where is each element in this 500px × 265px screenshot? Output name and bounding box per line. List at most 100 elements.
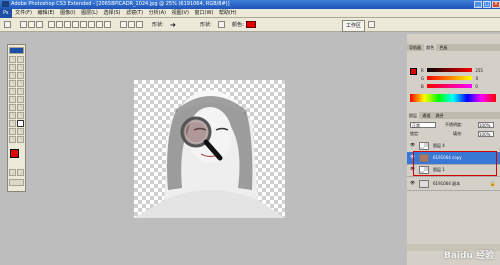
zoom-tool-icon[interactable] xyxy=(17,136,24,143)
color-row-value[interactable]: 0 xyxy=(475,84,478,89)
slider-track-b[interactable] xyxy=(427,84,473,88)
slider-track-r[interactable] xyxy=(427,68,473,72)
workspace-dropdown-icon[interactable] xyxy=(368,21,375,28)
document-canvas[interactable] xyxy=(134,80,285,218)
ellipse-icon[interactable] xyxy=(80,21,87,28)
brush-tool-icon[interactable] xyxy=(17,80,24,87)
ps-logo-menu[interactable]: Ps xyxy=(0,9,12,18)
tab-layers[interactable]: 图层 xyxy=(407,112,419,119)
path-selection-icon[interactable] xyxy=(9,112,16,119)
standard-mode-icon[interactable] xyxy=(17,169,24,176)
menu-file[interactable]: 文件(F) xyxy=(13,9,34,18)
screen-mode-icon[interactable] xyxy=(9,179,24,186)
subtract-mode-icon[interactable] xyxy=(128,21,135,28)
type-tool-icon[interactable] xyxy=(17,112,24,119)
hand-tool-icon[interactable] xyxy=(9,136,16,143)
eraser-tool-icon[interactable] xyxy=(9,96,16,103)
minimize-button[interactable]: _ xyxy=(474,1,482,8)
opacity-field[interactable]: 100% xyxy=(478,122,494,128)
window-title: Adobe Photoshop CS3 Extended - [20658PIC… xyxy=(11,1,230,7)
menu-layer[interactable]: 图层(L) xyxy=(79,9,100,18)
tab-channels[interactable]: 通道 xyxy=(420,112,432,119)
mode-label: 形状: xyxy=(200,22,212,28)
custom-shape-icon[interactable] xyxy=(104,21,111,28)
menu-view[interactable]: 视图(V) xyxy=(170,9,191,18)
arrow-shape-icon[interactable]: ➜ xyxy=(170,18,176,32)
quick-mask-icon[interactable] xyxy=(9,169,16,176)
history-brush-icon[interactable] xyxy=(17,88,24,95)
eye-icon[interactable]: 👁 xyxy=(410,143,415,147)
close-button[interactable]: × xyxy=(492,1,500,8)
add-mode-icon[interactable] xyxy=(120,21,127,28)
gradient-tool-icon[interactable] xyxy=(17,96,24,103)
color-label: 颜色: xyxy=(232,22,244,28)
link-icon[interactable] xyxy=(218,21,225,28)
menu-analysis[interactable]: 分析(A) xyxy=(147,9,168,18)
panel-foreground-swatch[interactable] xyxy=(410,68,417,75)
eyedropper-icon[interactable] xyxy=(17,128,24,135)
eye-icon[interactable]: 👁 xyxy=(410,181,415,185)
crop-tool-icon[interactable] xyxy=(9,72,16,79)
menu-filter[interactable]: 滤镜(T) xyxy=(124,9,145,18)
intersect-mode-icon[interactable] xyxy=(136,21,143,28)
magic-wand-icon[interactable] xyxy=(17,64,24,71)
menu-window[interactable]: 窗口(W) xyxy=(193,9,216,18)
color-row-r: R 255 xyxy=(421,68,483,74)
move-tool-icon[interactable] xyxy=(9,56,16,63)
blend-mode-select[interactable]: 正常 xyxy=(410,122,436,128)
opacity-label: 不透明度: xyxy=(445,122,463,127)
title-bar: Adobe Photoshop CS3 Extended - [20658PIC… xyxy=(0,0,500,9)
rounded-rect-icon[interactable] xyxy=(72,21,79,28)
workspace-button[interactable]: 工作区 xyxy=(342,20,366,32)
layer-name[interactable]: 6191064 副本 xyxy=(433,178,460,190)
tab-color[interactable]: 颜色 xyxy=(424,44,437,51)
toolbox xyxy=(7,44,26,192)
fill-field[interactable]: 100% xyxy=(478,131,494,137)
blur-tool-icon[interactable] xyxy=(9,104,16,111)
menu-bar: Ps 文件(F) 编辑(E) 图像(I) 图层(L) 选择(S) 滤镜(T) 分… xyxy=(0,9,500,18)
layer-row[interactable]: 👁 6191064 副本 🔒 xyxy=(407,178,500,191)
foreground-color-swatch[interactable] xyxy=(10,149,19,158)
dodge-tool-icon[interactable] xyxy=(17,104,24,111)
color-row-b: B 0 xyxy=(421,84,478,90)
layer-thumbnail xyxy=(419,180,429,188)
tab-navigator[interactable]: 导航器 xyxy=(407,44,423,51)
maximize-button[interactable]: □ xyxy=(483,1,491,8)
slice-tool-icon[interactable] xyxy=(17,72,24,79)
lasso-tool-icon[interactable] xyxy=(9,64,16,71)
layer-thumbnail xyxy=(419,142,429,150)
notes-tool-icon[interactable] xyxy=(9,128,16,135)
polygon-icon[interactable] xyxy=(88,21,95,28)
healing-brush-icon[interactable] xyxy=(9,80,16,87)
menu-help[interactable]: 帮助(H) xyxy=(217,9,239,18)
tab-swatches[interactable]: 色板 xyxy=(438,44,450,51)
color-row-value[interactable]: 0 xyxy=(476,76,479,81)
shape-layers-icon[interactable] xyxy=(20,21,27,28)
menu-edit[interactable]: 编辑(E) xyxy=(36,9,57,18)
layers-panel-tabs: 图层 通道 路径 xyxy=(407,112,500,119)
tool-preset-button[interactable] xyxy=(4,21,11,28)
toolbox-logo xyxy=(9,47,24,54)
fill-pixels-icon[interactable] xyxy=(36,21,43,28)
color-row-value[interactable]: 255 xyxy=(475,68,483,73)
menu-select[interactable]: 选择(S) xyxy=(101,9,122,18)
paths-icon[interactable] xyxy=(28,21,35,28)
app-icon xyxy=(2,1,9,7)
freeform-pen-icon[interactable] xyxy=(56,21,63,28)
color-swatch[interactable] xyxy=(246,21,256,28)
pen-icon[interactable] xyxy=(48,21,55,28)
slider-track-g[interactable] xyxy=(427,76,473,80)
tab-paths[interactable]: 路径 xyxy=(434,112,446,119)
line-icon[interactable] xyxy=(96,21,103,28)
shape-tool-icon[interactable] xyxy=(17,120,24,127)
color-ramp[interactable] xyxy=(410,94,496,102)
color-row-g: G 0 xyxy=(421,76,478,82)
clone-stamp-icon[interactable] xyxy=(9,88,16,95)
lock-icon: 🔒 xyxy=(489,181,496,187)
highlight-ring xyxy=(413,151,497,176)
right-panel-dock: 导航器 颜色 色板 R 255 G 0 B 0 图层 通道 路径 正常 不透明度… xyxy=(407,34,500,265)
pen-tool-icon[interactable] xyxy=(9,120,16,127)
menu-image[interactable]: 图像(I) xyxy=(58,9,77,18)
rectangle-icon[interactable] xyxy=(64,21,71,28)
marquee-tool-icon[interactable] xyxy=(17,56,24,63)
